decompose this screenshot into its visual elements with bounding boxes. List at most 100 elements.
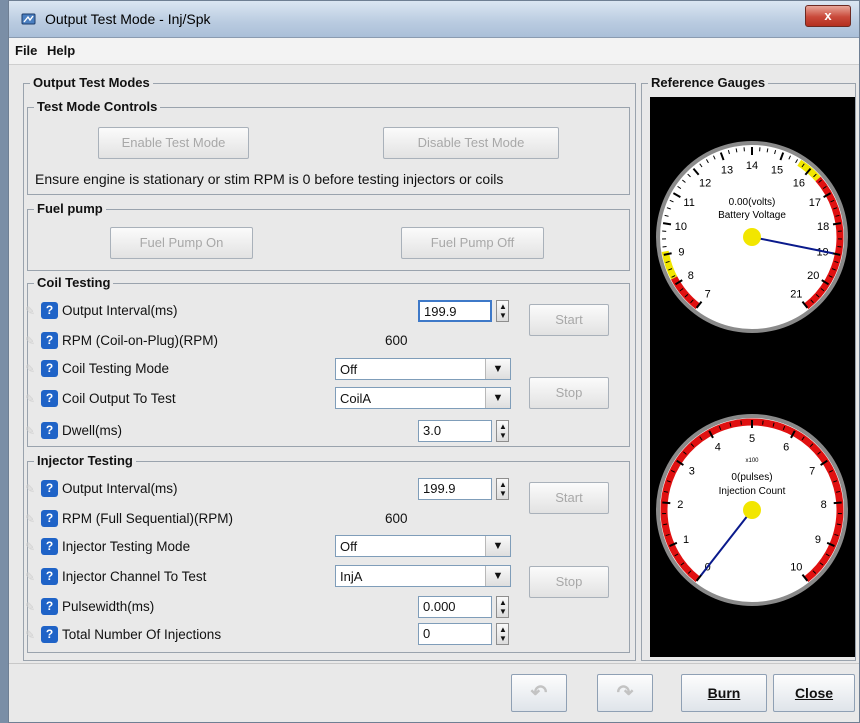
pencil-icon: ✎ — [25, 424, 36, 438]
spinner-arrows[interactable]: ▲ ▼ — [496, 478, 509, 500]
chevron-down-icon[interactable]: ▼ — [485, 359, 510, 379]
injector-testing-label: Injector Testing — [34, 453, 136, 469]
help-icon[interactable]: ? — [41, 360, 58, 377]
coil-output-interval-spinner[interactable]: 199.9 ▲ ▼ — [418, 300, 509, 322]
coil-output-interval-label: Output Interval(ms) — [62, 303, 178, 318]
inj-total-spinner[interactable]: 0 ▲ ▼ — [418, 623, 509, 645]
inj-rpm-label: RPM (Full Sequential)(RPM) — [62, 511, 234, 526]
inj-pulsewidth-label: Pulsewidth(ms) — [62, 599, 155, 614]
spinner-arrows[interactable]: ▲ ▼ — [496, 596, 509, 618]
coil-dwell-input[interactable]: 3.0 — [418, 420, 492, 442]
battery-tick-label: 8 — [688, 270, 694, 282]
coil-rpm-value: 600 — [385, 333, 408, 348]
window-title: Output Test Mode - Inj/Spk — [45, 11, 211, 27]
disable-test-mode-button[interactable]: Disable Test Mode — [383, 127, 559, 159]
coil-output-value: CoilA — [340, 391, 372, 406]
injection-tick-label: 3 — [689, 466, 695, 478]
injection-tick-label: 6 — [783, 442, 789, 454]
battery-minor-tick — [735, 148, 738, 153]
injection-tick-label: 9 — [815, 534, 821, 546]
title-bar[interactable]: Output Test Mode - Inj/Spk x — [9, 1, 859, 38]
help-icon[interactable]: ? — [41, 302, 58, 319]
inj-pulsewidth-input[interactable]: 0.000 — [418, 596, 492, 618]
coil-mode-select[interactable]: Off ▼ — [335, 358, 511, 380]
battery-tick-label: 9 — [678, 246, 684, 258]
pencil-icon: ✎ — [25, 540, 36, 554]
app-icon — [21, 13, 36, 25]
inj-channel-select[interactable]: InjA ▼ — [335, 565, 511, 587]
menu-file[interactable]: File — [15, 43, 37, 58]
coil-output-select[interactable]: CoilA ▼ — [335, 387, 511, 409]
gauge-panel: 7891011121314151617181920210.00(volts)Ba… — [650, 97, 855, 657]
battery-tick-label: 21 — [790, 289, 802, 301]
help-icon[interactable]: ? — [41, 598, 58, 615]
pencil-icon: ✎ — [25, 392, 36, 406]
chevron-down-icon[interactable]: ▼ — [485, 536, 510, 556]
inj-mode-value: Off — [340, 539, 358, 554]
help-icon[interactable]: ? — [41, 332, 58, 349]
menu-bar: File Help — [9, 38, 859, 65]
redo-button[interactable]: ↷ — [597, 674, 653, 712]
battery-minor-tick — [766, 148, 769, 153]
pencil-icon: ✎ — [25, 600, 36, 614]
battery-tick-label: 12 — [699, 177, 711, 189]
pencil-icon: ✎ — [25, 482, 36, 496]
inj-total-input[interactable]: 0 — [418, 623, 492, 645]
injection-tick-label: 1 — [683, 534, 689, 546]
battery-tick-label: 13 — [721, 164, 733, 176]
inj-mode-row: ✎ ? Injector Testing Mode — [25, 536, 325, 558]
help-icon[interactable]: ? — [41, 538, 58, 555]
inj-total-row: ✎ ? Total Number Of Injections — [25, 624, 325, 646]
help-icon[interactable]: ? — [41, 390, 58, 407]
undo-button[interactable]: ↶ — [511, 674, 567, 712]
spinner-arrows[interactable]: ▲ ▼ — [496, 420, 509, 442]
spinner-arrows[interactable]: ▲ ▼ — [496, 623, 509, 645]
inj-start-button[interactable]: Start — [529, 482, 609, 514]
fuel-pump-off-button[interactable]: Fuel Pump Off — [401, 227, 544, 259]
inj-pulsewidth-spinner[interactable]: 0.000 ▲ ▼ — [418, 596, 509, 618]
battery-reading: 0.00(volts) — [729, 197, 776, 208]
coil-mode-label: Coil Testing Mode — [62, 361, 170, 376]
coil-testing-label: Coil Testing — [34, 275, 114, 291]
injection-tick-label: 4 — [715, 442, 721, 454]
test-mode-controls-label: Test Mode Controls — [34, 99, 161, 115]
enable-test-mode-button[interactable]: Enable Test Mode — [98, 127, 249, 159]
battery-tick-label: 18 — [817, 221, 829, 233]
close-window-button[interactable]: x — [805, 5, 851, 27]
burn-button[interactable]: Burn — [681, 674, 767, 712]
chevron-down-icon[interactable]: ▼ — [485, 566, 510, 586]
battery-tick-label: 16 — [793, 177, 805, 189]
inj-output-interval-label: Output Interval(ms) — [62, 481, 178, 496]
help-icon[interactable]: ? — [41, 422, 58, 439]
inj-output-interval-input[interactable]: 199.9 — [418, 478, 492, 500]
footer-divider — [9, 663, 859, 664]
help-icon[interactable]: ? — [41, 568, 58, 585]
close-button[interactable]: Close — [773, 674, 855, 712]
inj-mode-label: Injector Testing Mode — [62, 539, 191, 554]
coil-mode-row: ✎ ? Coil Testing Mode — [25, 358, 325, 380]
injection-minor-tick — [836, 523, 841, 526]
inj-mode-select[interactable]: Off ▼ — [335, 535, 511, 557]
pencil-icon: ✎ — [25, 334, 36, 348]
coil-dwell-row: ✎ ? Dwell(ms) — [25, 420, 325, 442]
coil-mode-value: Off — [340, 362, 358, 377]
inj-output-interval-row: ✎ ? Output Interval(ms) — [25, 478, 325, 500]
menu-help[interactable]: Help — [47, 43, 75, 58]
chevron-down-icon[interactable]: ▼ — [485, 388, 510, 408]
inj-total-label: Total Number Of Injections — [62, 627, 222, 642]
coil-output-row: ✎ ? Coil Output To Test — [25, 388, 325, 410]
help-icon[interactable]: ? — [41, 480, 58, 497]
coil-output-interval-row: ✎ ? Output Interval(ms) — [25, 300, 325, 322]
redo-icon: ↷ — [616, 682, 634, 704]
injection-tick-label: 10 — [790, 562, 802, 574]
inj-output-interval-spinner[interactable]: 199.9 ▲ ▼ — [418, 478, 509, 500]
help-icon[interactable]: ? — [41, 510, 58, 527]
inj-stop-button[interactable]: Stop — [529, 566, 609, 598]
coil-stop-button[interactable]: Stop — [529, 377, 609, 409]
help-icon[interactable]: ? — [41, 626, 58, 643]
spinner-arrows[interactable]: ▲ ▼ — [496, 300, 509, 322]
coil-output-interval-input[interactable]: 199.9 — [418, 300, 492, 322]
coil-dwell-spinner[interactable]: 3.0 ▲ ▼ — [418, 420, 509, 442]
coil-start-button[interactable]: Start — [529, 304, 609, 336]
fuel-pump-on-button[interactable]: Fuel Pump On — [110, 227, 253, 259]
